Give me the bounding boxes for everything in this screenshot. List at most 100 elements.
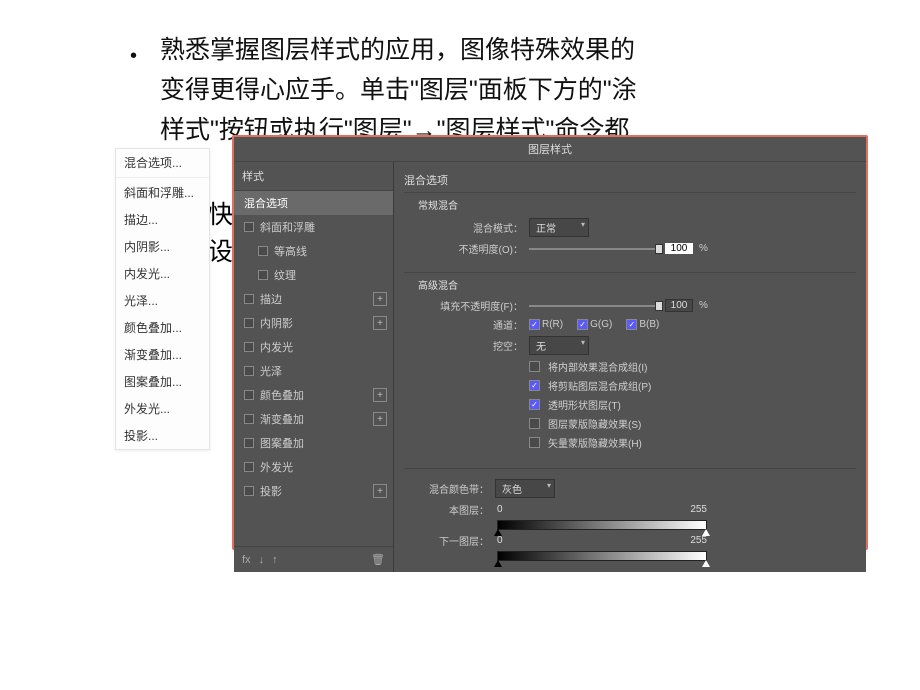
menu-inner-shadow[interactable]: 内阴影... [116,233,209,260]
general-blending-group: 常规混合 混合模式： 正常 不透明度(O)： 100 % [404,192,856,268]
under-layer-label: 下一图层： [404,533,489,548]
options-column: 混合选项 常规混合 混合模式： 正常 不透明度(O)： 100 % 高级混合 填… [394,162,866,572]
arrow-down-icon[interactable]: ↓ [259,554,265,566]
trash-icon[interactable]: 🗑 [371,553,385,566]
style-gradient-overlay[interactable]: 渐变叠加 + [234,407,393,431]
opt-layer-mask-hides[interactable]: 图层蒙版隐藏效果(S) [548,416,641,431]
checkbox-icon [577,319,588,330]
checkbox-icon[interactable] [244,222,254,232]
menu-satin[interactable]: 光泽... [116,287,209,314]
channel-r[interactable]: R(R) [529,319,563,330]
dialog-title: 图层样式 [234,137,866,162]
channel-b[interactable]: B(B) [626,319,659,330]
percent-label: % [699,300,708,311]
blend-mode-label: 混合模式： [418,220,523,235]
styles-header: 样式 [234,162,393,191]
menu-pattern-overlay[interactable]: 图案叠加... [116,368,209,395]
style-label: 纹理 [274,267,296,283]
checkbox-icon[interactable] [244,366,254,376]
opt-vector-mask-hides[interactable]: 矢量蒙版隐藏效果(H) [548,435,642,450]
checkbox-icon[interactable] [529,437,540,448]
slider-handle-icon[interactable] [494,560,502,567]
slide-line1: 熟悉掌握图层样式的应用，图像特殊效果的 [160,36,635,64]
opacity-slider[interactable] [529,248,659,250]
checkbox-icon[interactable] [244,438,254,448]
menu-bevel[interactable]: 斜面和浮雕... [116,179,209,206]
checkbox-icon[interactable] [244,342,254,352]
add-icon[interactable]: + [373,484,387,498]
style-inner-shadow[interactable]: 内阴影 + [234,311,393,335]
checkbox-icon[interactable] [244,390,254,400]
under-layer-track[interactable] [497,551,707,561]
add-icon[interactable]: + [373,316,387,330]
checkbox-icon[interactable] [529,380,540,391]
add-icon[interactable]: + [373,292,387,306]
checkbox-icon[interactable] [529,399,540,410]
opt-inner-effects[interactable]: 将内部效果混合成组(I) [548,359,647,374]
knockout-select[interactable]: 无 [529,336,589,355]
style-stroke[interactable]: 描边 + [234,287,393,311]
under-hi: 255 [690,535,707,546]
style-contour[interactable]: 等高线 [234,239,393,263]
menu-drop-shadow[interactable]: 投影... [116,422,209,449]
checkbox-icon[interactable] [258,270,268,280]
checkbox-icon[interactable] [244,414,254,424]
checkbox-icon[interactable] [529,361,540,372]
under-lo: 0 [497,535,503,546]
style-label: 颜色叠加 [260,387,304,403]
checkbox-icon[interactable] [244,294,254,304]
style-outer-glow[interactable]: 外发光 [234,455,393,479]
menu-inner-glow[interactable]: 内发光... [116,260,209,287]
style-label: 斜面和浮雕 [260,219,315,235]
menu-outer-glow[interactable]: 外发光... [116,395,209,422]
this-lo: 0 [497,504,503,515]
style-label: 渐变叠加 [260,411,304,427]
fill-opacity-value[interactable]: 100 [665,299,693,312]
blend-if-group: 混合颜色带： 灰色 本图层： 0 255 [404,468,856,561]
general-title: 常规混合 [418,197,848,212]
arrow-up-icon[interactable]: ↑ [272,554,278,566]
slide-text: • 熟悉掌握图层样式的应用，图像特殊效果的 变得更得心应手。单击"图层"面板下方… [160,30,920,150]
blendif-select[interactable]: 灰色 [495,479,555,498]
add-icon[interactable]: + [373,388,387,402]
style-texture[interactable]: 纹理 [234,263,393,287]
add-icon[interactable]: + [373,412,387,426]
checkbox-icon [529,319,540,330]
slider-handle-icon[interactable] [494,529,502,536]
slider-handle-icon[interactable] [702,529,710,536]
checkbox-icon[interactable] [244,462,254,472]
style-blend-options[interactable]: 混合选项 [234,191,393,215]
percent-label: % [699,243,708,254]
style-label: 内发光 [260,339,293,355]
checkbox-icon[interactable] [529,418,540,429]
this-layer-track[interactable] [497,520,707,530]
this-hi: 255 [690,504,707,515]
checkbox-icon[interactable] [258,246,268,256]
style-inner-glow[interactable]: 内发光 [234,335,393,359]
style-satin[interactable]: 光泽 [234,359,393,383]
style-label: 描边 [260,291,282,307]
options-heading: 混合选项 [404,170,856,192]
style-label: 内阴影 [260,315,293,331]
styles-footer: fx ↓ ↑ 🗑 [234,546,393,572]
menu-blend-options[interactable]: 混合选项... [116,149,209,176]
opacity-value[interactable]: 100 [665,243,693,254]
style-pattern-overlay[interactable]: 图案叠加 [234,431,393,455]
blend-mode-select[interactable]: 正常 [529,218,589,237]
menu-color-overlay[interactable]: 颜色叠加... [116,314,209,341]
style-drop-shadow[interactable]: 投影 + [234,479,393,503]
checkbox-icon[interactable] [244,486,254,496]
advanced-blending-group: 高级混合 填充不透明度(F)： 100 % 通道： R(R) G(G) B(B)… [404,272,856,462]
fill-opacity-slider[interactable] [529,305,659,307]
style-bevel[interactable]: 斜面和浮雕 [234,215,393,239]
menu-stroke[interactable]: 描边... [116,206,209,233]
channel-g[interactable]: G(G) [577,319,612,330]
fx-icon[interactable]: fx [242,554,251,566]
style-color-overlay[interactable]: 颜色叠加 + [234,383,393,407]
slider-handle-icon[interactable] [702,560,710,567]
opt-transparency-shapes[interactable]: 透明形状图层(T) [548,397,621,412]
opt-clip-group[interactable]: 将剪贴图层混合成组(P) [548,378,651,393]
checkbox-icon[interactable] [244,318,254,328]
menu-gradient-overlay[interactable]: 渐变叠加... [116,341,209,368]
fill-opacity-label: 填充不透明度(F)： [418,298,523,313]
